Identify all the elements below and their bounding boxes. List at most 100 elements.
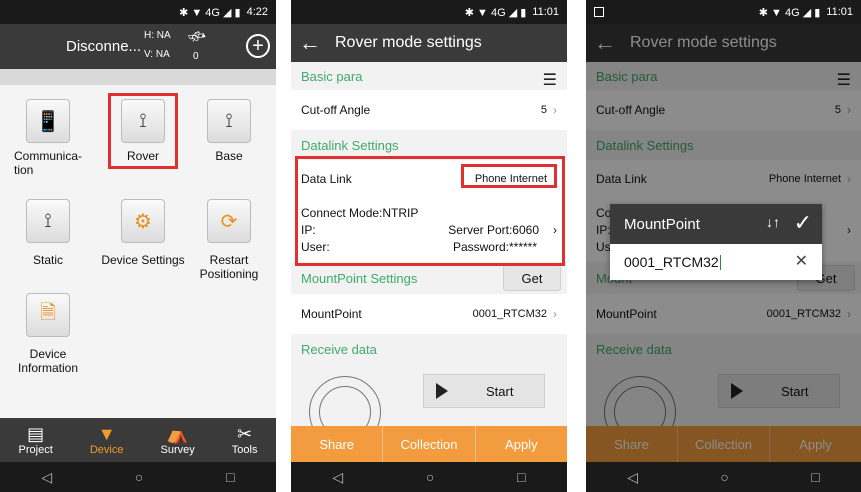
tab-device[interactable]: ▼ Device: [90, 424, 124, 456]
tile-label: Static: [32, 253, 63, 267]
satellite-count: 0: [193, 51, 199, 62]
home-nav-icon[interactable]: ○: [426, 469, 434, 485]
tile-label: Communica- tion: [14, 149, 83, 177]
row-label: Cut-off Angle: [301, 103, 371, 117]
device-screen: ✱ ▼ 4G ◢ ▮ 4:22 Disconne... H: NA V: NA …: [0, 0, 276, 492]
tile-label: Device Information: [17, 347, 79, 375]
connection-status: Disconne...: [66, 38, 142, 55]
collection-button[interactable]: Collection: [383, 426, 476, 462]
system-nav-bar: ◁ ○ □: [291, 462, 567, 492]
apply-button[interactable]: Apply: [476, 426, 567, 462]
page-header: ← Rover mode settings: [291, 24, 567, 62]
tab-project[interactable]: ▤ Project: [19, 424, 53, 456]
mountpoint-input[interactable]: 0001_RTCM32 ✕: [610, 244, 822, 280]
tile-label: Device Settings: [101, 253, 185, 267]
rover-settings-screen: ✱ ▼ 4G ◢ ▮ 11:01 ← Rover mode settings B…: [291, 0, 567, 492]
section-title: Receive data: [301, 341, 377, 357]
play-icon: [436, 383, 448, 399]
system-nav-bar: ◁ ○ □: [0, 462, 276, 492]
text-caret: [719, 254, 721, 270]
survey-icon: ⛺: [166, 424, 189, 444]
section-basic-para: Basic para ☰: [291, 62, 567, 90]
tools-icon: ✂: [237, 424, 253, 444]
tile-label: Base: [215, 149, 243, 163]
notification-icon: [594, 7, 604, 17]
dialog-header: MountPoint ↓↑ ✓: [610, 204, 822, 244]
recents-nav-icon[interactable]: □: [226, 469, 234, 485]
section-receive-data: Receive data: [291, 334, 567, 364]
confirm-check-icon[interactable]: ✓: [794, 210, 812, 236]
tile-communication[interactable]: 📱 Communica- tion: [2, 99, 94, 177]
cutoff-angle-row[interactable]: Cut-off Angle 5 ›: [291, 90, 567, 130]
dialog-title: MountPoint: [624, 215, 700, 233]
tab-tools[interactable]: ✂ Tools: [232, 424, 258, 456]
status-time: 4:22: [246, 6, 268, 18]
communication-icon: 📱: [26, 99, 70, 143]
status-bar: ✱ ▼ 4G ◢ ▮ 11:01: [586, 0, 861, 24]
back-nav-icon[interactable]: ◁: [332, 469, 343, 486]
project-icon: ▤: [27, 424, 45, 444]
section-mountpoint: MountPoint Settings Get: [291, 262, 567, 294]
rover-highlight: [108, 93, 178, 169]
get-button[interactable]: Get: [503, 265, 561, 291]
v-accuracy: V: NA: [144, 49, 170, 60]
device-icon: ▼: [97, 424, 116, 444]
section-title: MountPoint Settings: [301, 270, 418, 286]
bottom-tab-bar: ▤ Project ▼ Device ⛺ Survey ✂ Tools: [0, 418, 276, 462]
restart-positioning-icon: ⟳: [207, 199, 251, 243]
satellite-icon: 🛰: [184, 24, 209, 48]
clear-icon[interactable]: ✕: [795, 251, 808, 271]
page-title: Rover mode settings: [335, 34, 482, 51]
status-time: 11:01: [532, 6, 559, 18]
header-band: [0, 69, 276, 85]
status-icons: ✱ ▼ 4G ◢ ▮: [464, 6, 527, 19]
row-value: 5: [540, 104, 547, 116]
tab-label: Tools: [231, 444, 258, 456]
status-bar: ✱ ▼ 4G ◢ ▮ 11:01: [291, 0, 567, 24]
chevron-right-icon: ›: [553, 103, 557, 117]
chevron-right-icon: ›: [553, 307, 557, 321]
home-nav-icon[interactable]: ○: [135, 469, 143, 485]
tile-base[interactable]: ⟟ Base: [183, 99, 275, 163]
start-button[interactable]: Start: [423, 374, 545, 408]
start-label: Start: [486, 383, 514, 399]
menu-list-icon[interactable]: ☰: [543, 70, 557, 90]
mountpoint-dialog: MountPoint ↓↑ ✓ 0001_RTCM32 ✕: [610, 204, 822, 280]
add-icon[interactable]: +: [246, 34, 270, 58]
status-icons: ✱ ▼ 4G ◢ ▮: [179, 6, 241, 19]
tab-label: Survey: [160, 444, 195, 456]
tile-static[interactable]: ⟟ Static: [2, 199, 94, 267]
mountpoint-row[interactable]: MountPoint 0001_RTCM32 ›: [291, 294, 567, 334]
tab-survey[interactable]: ⛺ Survey: [160, 424, 194, 456]
status-bar: ✱ ▼ 4G ◢ ▮ 4:22: [0, 0, 276, 24]
tab-label: Device: [89, 444, 124, 456]
tile-restart-positioning[interactable]: ⟳ Restart Positioning: [183, 199, 275, 281]
static-icon: ⟟: [26, 199, 70, 243]
back-arrow-icon[interactable]: ←: [299, 30, 321, 56]
data-link-value-highlight: [461, 164, 557, 188]
section-title: Basic para: [301, 68, 363, 84]
action-bar: Share Collection Apply: [291, 426, 567, 462]
status-icons: ✱ ▼ 4G ◢ ▮: [758, 6, 821, 19]
back-nav-icon[interactable]: ◁: [627, 469, 638, 486]
row-value: 0001_RTCM32: [472, 308, 547, 320]
tab-label: Project: [18, 444, 53, 456]
device-header: Disconne... H: NA V: NA 🛰 0 +: [0, 24, 276, 69]
rover-settings-dialog-screen: ✱ ▼ 4G ◢ ▮ 11:01 ← Rover mode settings B…: [586, 0, 861, 492]
device-menu-grid: 📱 Communica- tion ⟟ Rover ⟟ Base ⟟ Stati…: [0, 85, 276, 425]
sort-icon[interactable]: ↓↑: [766, 214, 780, 230]
home-nav-icon[interactable]: ○: [720, 469, 728, 485]
device-settings-icon: ⚙: [121, 199, 165, 243]
device-information-icon: 🗎: [26, 293, 70, 337]
receive-area: Start: [291, 364, 567, 448]
tile-device-settings[interactable]: ⚙ Device Settings: [97, 199, 189, 267]
recents-nav-icon[interactable]: □: [517, 469, 525, 485]
base-icon: ⟟: [207, 99, 251, 143]
tile-label: Restart Positioning: [199, 253, 259, 281]
status-time: 11:01: [826, 6, 853, 18]
tile-device-information[interactable]: 🗎 Device Information: [2, 293, 94, 375]
system-nav-bar: ◁ ○ □: [586, 462, 861, 492]
share-button[interactable]: Share: [291, 426, 384, 462]
recents-nav-icon[interactable]: □: [811, 469, 819, 485]
back-nav-icon[interactable]: ◁: [41, 469, 52, 486]
